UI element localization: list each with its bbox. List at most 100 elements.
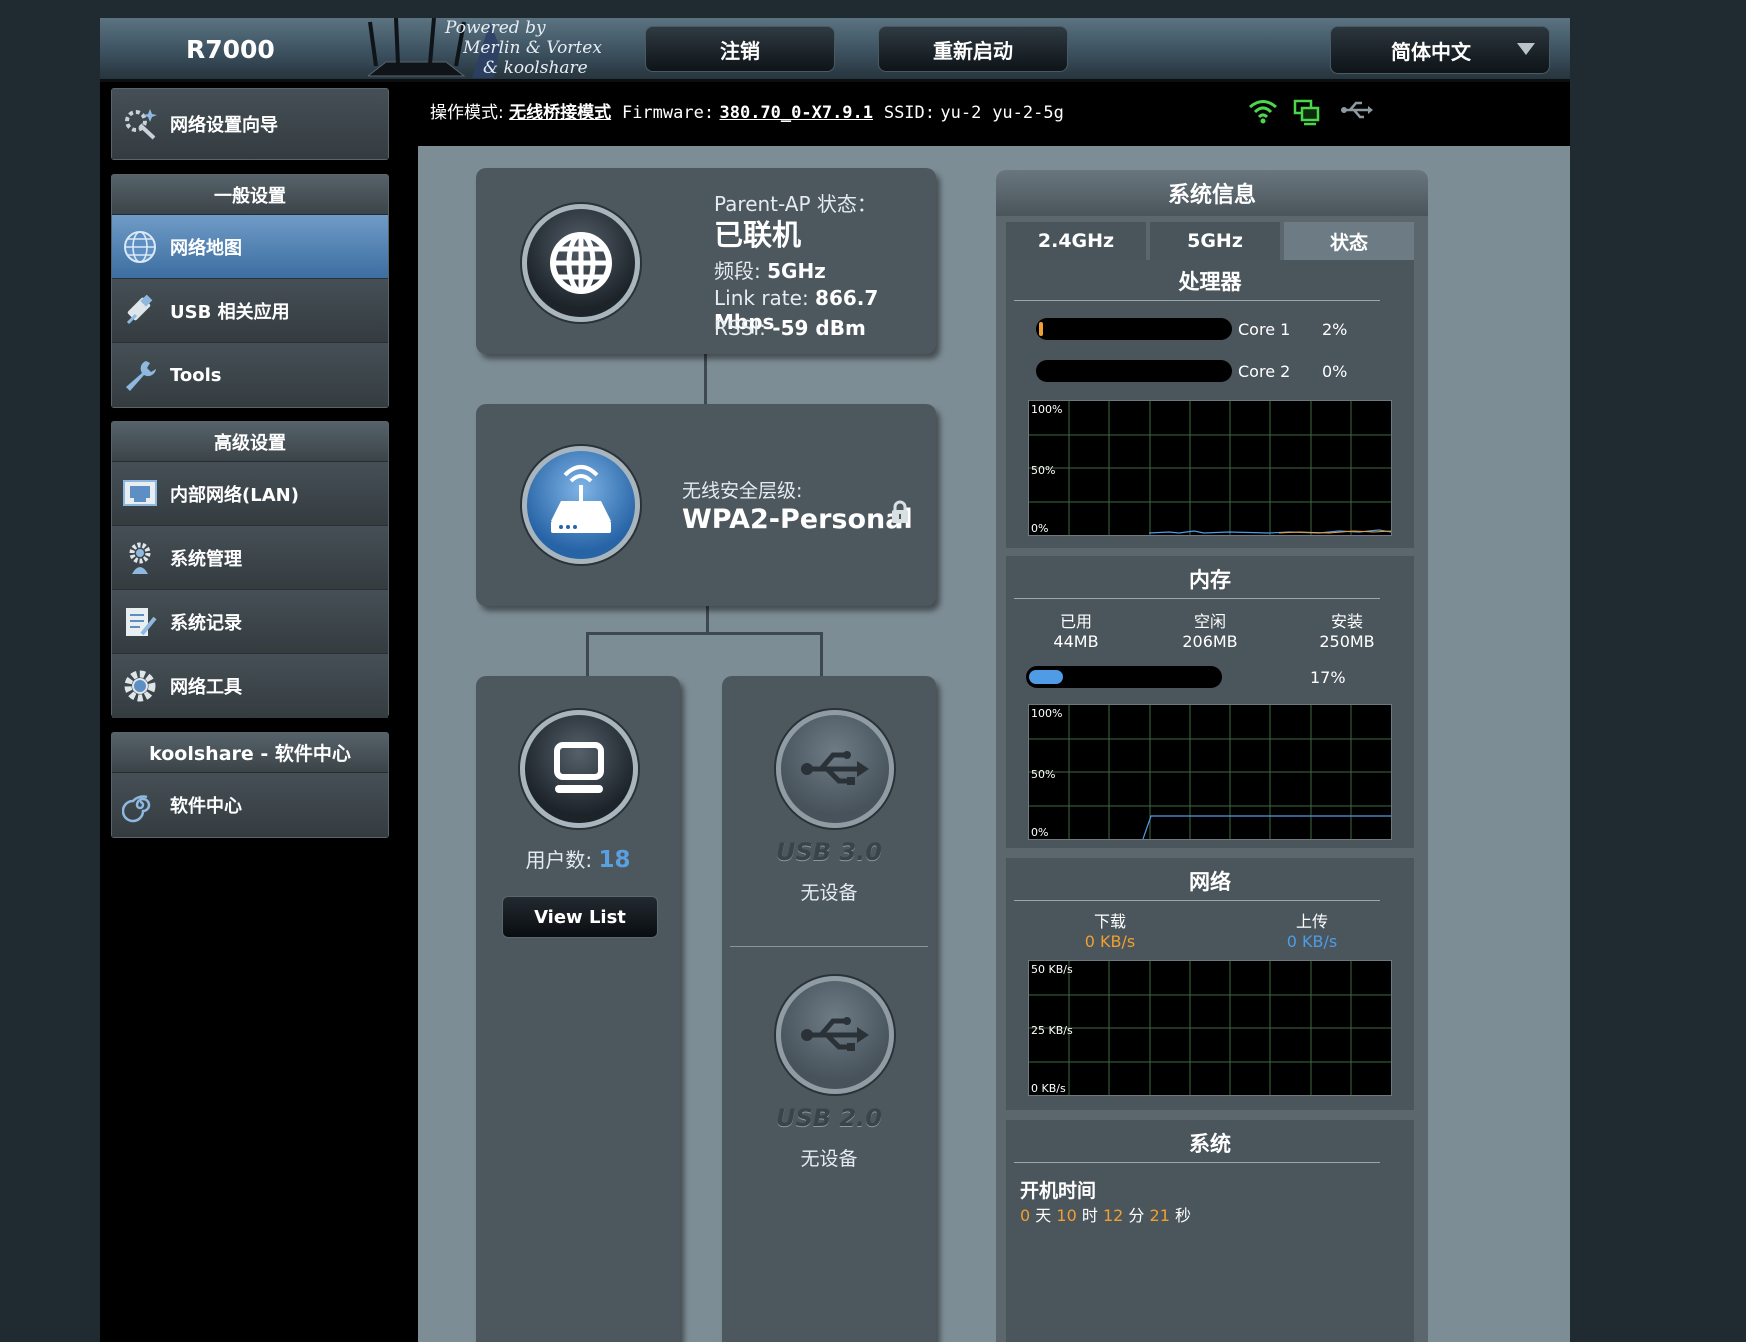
usb3-name: USB 3.0 — [776, 838, 882, 866]
divider — [1014, 900, 1380, 901]
language-select[interactable]: 简体中文 — [1330, 26, 1550, 74]
parent-ap-card[interactable]: Parent-AP 状态： 已联机 频段: 5GHz Link rate: 86… — [476, 168, 936, 354]
mode-link[interactable]: 无线桥接模式 — [509, 103, 611, 123]
uptime-seconds: 21 — [1149, 1206, 1170, 1225]
wifi-icon[interactable] — [1248, 98, 1278, 124]
memory-graph: 100% 50% 0% — [1028, 704, 1392, 840]
clients-button[interactable] — [520, 710, 638, 828]
firmware-link[interactable]: 380.70_0-X7.9.1 — [719, 103, 873, 123]
sidebar-item-label: 系统管理 — [170, 548, 242, 570]
cpu-usage-line — [1148, 529, 1391, 534]
sidebar-item-system-log[interactable]: 系统记录 — [112, 590, 388, 654]
uptime-value: 0 天 10 时 12 分 21 秒 — [1020, 1202, 1191, 1226]
sidebar-item-label: 系统记录 — [170, 612, 242, 634]
memory-usage-bar — [1026, 666, 1222, 688]
system-info-title: 系统信息 — [996, 170, 1428, 216]
clients-card[interactable]: 用户数: 18 View List — [476, 676, 680, 1342]
core2-name: Core 2 — [1238, 362, 1291, 381]
gear-user-icon — [129, 542, 151, 574]
router-admin-window: R7000 Powered by Merlin & Vortex & kools… — [100, 18, 1570, 1342]
graph-label: 100% — [1031, 403, 1063, 416]
uptime-hours-unit: 时 — [1081, 1206, 1098, 1225]
graph-label: 25 KB/s — [1031, 1024, 1073, 1037]
advanced-settings-box: 高级设置 内部网络(LAN) 系统管理 系统记录 网络工具 — [111, 421, 389, 718]
mem-used-value: 44MB — [1053, 632, 1099, 651]
core2-percent: 0% — [1322, 362, 1348, 381]
sidebar-item-lan[interactable]: 内部网络(LAN) — [112, 462, 388, 526]
main-content: Parent-AP 状态： 已联机 频段: 5GHz Link rate: 86… — [418, 146, 1570, 1342]
band-label: 频段: — [714, 259, 761, 283]
reboot-button[interactable]: 重新启动 — [878, 26, 1068, 72]
cpu-section: 处理器 Core 1 2% Core 2 0% 100% 50% 0% — [1006, 260, 1414, 548]
sidebar-item-wizard[interactable]: 网络设置向导 — [112, 89, 388, 159]
sidebar-item-label: USB 相关应用 — [170, 301, 290, 323]
sidebar-item-label: 网络工具 — [170, 677, 242, 698]
usb2-button[interactable] — [776, 976, 894, 1094]
view-list-button[interactable]: View List — [502, 896, 658, 938]
wizard-box: 网络设置向导 — [111, 88, 389, 160]
uptime-minutes-unit: 分 — [1128, 1206, 1145, 1225]
chevron-down-icon — [1517, 43, 1535, 55]
router-security-card[interactable]: 无线安全层级: WPA2-Personal — [476, 404, 936, 606]
mem-free-label: 空闲 — [1193, 612, 1226, 631]
download-label: 下载 — [1093, 912, 1126, 931]
sidebar-item-label: 网络地图 — [170, 237, 242, 259]
sidebar-item-network-tools[interactable]: 网络工具 — [112, 654, 388, 718]
tab-5ghz[interactable]: 5GHz — [1150, 222, 1280, 260]
core2-usage-bar — [1036, 360, 1232, 382]
usb-status-icon[interactable] — [1340, 98, 1374, 122]
sidebar-item-network-map[interactable]: 网络地图 — [112, 215, 388, 279]
uptime-days-unit: 天 — [1035, 1206, 1052, 1225]
sidebar-item-system-admin[interactable]: 系统管理 — [112, 526, 388, 590]
band-row: 频段: 5GHz — [714, 255, 826, 284]
sidebar-item-label: 网络设置向导 — [170, 115, 278, 136]
model-name: R7000 — [186, 35, 275, 64]
graph-label: 0 KB/s — [1031, 1082, 1066, 1095]
general-settings-header: 一般设置 — [112, 175, 388, 215]
graph-label: 50% — [1031, 768, 1056, 781]
general-settings-box: 一般设置 网络地图 USB 相关应用 Tools — [111, 174, 389, 408]
usb3-status: 无设备 — [800, 882, 858, 904]
wizard-wand-icon — [125, 109, 157, 140]
internet-globe-button[interactable] — [522, 204, 640, 322]
network-status-icon[interactable] — [1292, 98, 1322, 126]
cpu-graph: 100% 50% 0% — [1028, 400, 1392, 536]
uptime-seconds-unit: 秒 — [1174, 1206, 1191, 1225]
download-stat: 下载 0 KB/s — [1060, 912, 1160, 952]
tab-2-4ghz[interactable]: 2.4GHz — [1006, 222, 1146, 260]
upload-value: 0 KB/s — [1286, 932, 1338, 951]
rssi-value: -59 dBm — [772, 316, 866, 340]
system-info-panel: 系统信息 2.4GHz 5GHz 状态 处理器 Core 1 2% Core 2… — [996, 170, 1428, 1342]
graph-label: 0% — [1031, 826, 1049, 839]
mem-free-value: 206MB — [1182, 632, 1238, 651]
globe-icon — [124, 231, 156, 263]
mem-total-value: 250MB — [1319, 632, 1375, 651]
router-button[interactable] — [522, 446, 640, 564]
firmware-label: Firmware: — [621, 103, 715, 123]
language-value: 简体中文 — [1391, 39, 1471, 64]
sidebar-item-usb-apps[interactable]: USB 相关应用 — [112, 279, 388, 343]
core1-usage-fill — [1039, 322, 1043, 336]
memory-percent: 17% — [1310, 668, 1346, 687]
tab-status[interactable]: 状态 — [1284, 222, 1414, 260]
usb3-button[interactable] — [776, 710, 894, 828]
core1-name: Core 1 — [1238, 320, 1291, 339]
graph-label: 0% — [1031, 522, 1049, 535]
graph-label: 50% — [1031, 464, 1056, 477]
divider — [1014, 300, 1380, 301]
connector-line — [704, 350, 707, 410]
connector-line — [586, 632, 823, 635]
memory-usage-fill — [1029, 670, 1064, 684]
sidebar-item-software-center[interactable]: 软件中心 — [112, 773, 388, 837]
swirl-icon — [122, 795, 151, 823]
ssid-2: yu-2-5g — [992, 103, 1064, 123]
computer-monitor-icon — [554, 742, 604, 793]
graph-label: 50 KB/s — [1031, 963, 1073, 976]
advanced-settings-header: 高级设置 — [112, 422, 388, 462]
sidebar-item-tools[interactable]: Tools — [112, 343, 388, 407]
upload-label: 上传 — [1295, 912, 1328, 931]
logout-button[interactable]: 注销 — [645, 26, 835, 72]
mode-label: 操作模式: — [430, 103, 504, 123]
network-title: 网络 — [1189, 870, 1231, 894]
uptime-minutes: 12 — [1102, 1206, 1124, 1225]
